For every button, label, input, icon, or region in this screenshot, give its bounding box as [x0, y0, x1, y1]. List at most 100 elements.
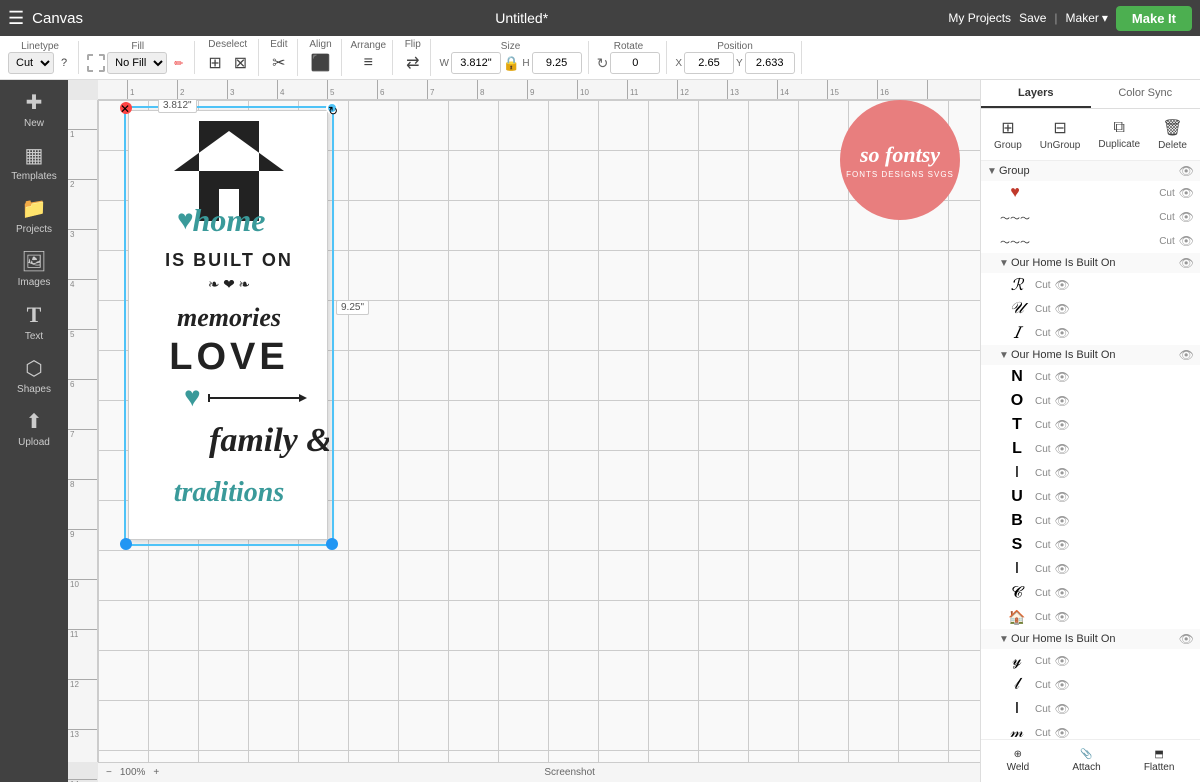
arrange-button[interactable]: ≡	[359, 51, 378, 75]
sidebar-item-images[interactable]: 🖼 Images	[4, 243, 64, 294]
upload-icon: ⬆	[26, 409, 43, 434]
rotate-input[interactable]	[610, 52, 660, 74]
width-input[interactable]	[451, 52, 501, 74]
visibility-icon[interactable]: 👁	[1179, 210, 1194, 224]
visibility-icon[interactable]: 👁	[1055, 702, 1070, 716]
layer-row[interactable]: 𝓂 Cut 👁	[981, 721, 1200, 739]
layer-row[interactable]: ℛ Cut 👁	[981, 273, 1200, 297]
visibility-icon[interactable]: 👁	[1055, 654, 1070, 668]
visibility-icon[interactable]: 👁	[1055, 442, 1070, 456]
weld-button[interactable]: ⊕ Weld	[1001, 746, 1036, 776]
visibility-icon[interactable]: 👁	[1055, 326, 1070, 340]
sidebar-item-upload[interactable]: ⬆ Upload	[4, 403, 64, 454]
fill-select[interactable]: No Fill	[107, 52, 167, 74]
layer-type: Cut	[1035, 680, 1051, 691]
visibility-icon[interactable]: 👁	[1179, 632, 1194, 646]
y-input[interactable]	[745, 52, 795, 74]
visibility-icon[interactable]: 👁	[1055, 514, 1070, 528]
layer-row[interactable]: 〜〜〜 Cut 👁	[981, 205, 1200, 229]
svg-text:OUR: OUR	[216, 148, 243, 162]
layer-row[interactable]: ♥ Cut 👁	[981, 181, 1200, 205]
flatten-button[interactable]: ⬒ Flatten	[1138, 746, 1181, 776]
visibility-icon[interactable]: 👁	[1179, 234, 1194, 248]
visibility-icon[interactable]: 👁	[1179, 256, 1194, 270]
layer-row[interactable]: I Cut 👁	[981, 461, 1200, 485]
attach-button[interactable]: 📎 Attach	[1066, 746, 1106, 776]
layer-section-header[interactable]: ▼ Our Home Is Built On 👁	[981, 253, 1200, 273]
canvas-area[interactable]: 1 2 3 4 5 6 7 8 9 10 11 12 13 14 15 16 1…	[68, 80, 980, 782]
visibility-icon[interactable]: 👁	[1179, 348, 1194, 362]
layer-row[interactable]: 𝒰 Cut 👁	[981, 297, 1200, 321]
layer-row[interactable]: L Cut 👁	[981, 437, 1200, 461]
zoom-plus-icon[interactable]: +	[153, 767, 159, 778]
visibility-icon[interactable]: 👁	[1179, 186, 1194, 200]
canvas-wrapper[interactable]: OUR home ♥ IS BUILT ON ❧ ❤ ❧ memories LO…	[98, 100, 980, 762]
layer-row[interactable]: B Cut 👁	[981, 509, 1200, 533]
my-projects-button[interactable]: My Projects	[948, 11, 1011, 25]
duplicate-button[interactable]: ⧉ Duplicate	[1092, 116, 1146, 153]
visibility-icon[interactable]: 👁	[1055, 562, 1070, 576]
zoom-minus-icon[interactable]: −	[106, 767, 112, 778]
hamburger-icon[interactable]: ☰	[8, 8, 24, 29]
make-it-button[interactable]: Make It	[1116, 6, 1192, 31]
align-button[interactable]: ⬛	[306, 50, 336, 76]
ungroup-button[interactable]: ⊟ UnGroup	[1034, 115, 1087, 154]
fill-pen[interactable]: ✏	[169, 54, 188, 73]
layer-section-header-3[interactable]: ▼ Our Home Is Built On 👁	[981, 629, 1200, 649]
visibility-icon[interactable]: 👁	[1055, 538, 1070, 552]
visibility-icon[interactable]: 👁	[1055, 490, 1070, 504]
layer-group-header[interactable]: ▼ Group 👁	[981, 161, 1200, 181]
visibility-icon[interactable]: 👁	[1055, 278, 1070, 292]
layer-row[interactable]: N Cut 👁	[981, 365, 1200, 389]
layer-row[interactable]: 𝓒 Cut 👁	[981, 581, 1200, 605]
visibility-icon[interactable]: 👁	[1055, 466, 1070, 480]
layer-row[interactable]: S Cut 👁	[981, 533, 1200, 557]
layer-section-header-2[interactable]: ▼ Our Home Is Built On 👁	[981, 345, 1200, 365]
tab-layers[interactable]: Layers	[981, 80, 1091, 108]
sidebar-item-templates[interactable]: ▦ Templates	[4, 137, 64, 188]
sidebar-item-new[interactable]: ✚ New	[4, 84, 64, 135]
layer-row[interactable]: 𝓎 Cut 👁	[981, 649, 1200, 673]
visibility-icon[interactable]: 👁	[1055, 586, 1070, 600]
save-button[interactable]: Save	[1019, 11, 1046, 25]
edit-button[interactable]: ✂	[267, 50, 290, 76]
maker-button[interactable]: Maker ▾	[1066, 11, 1108, 25]
sidebar-item-projects[interactable]: 📁 Projects	[4, 190, 64, 241]
height-input[interactable]	[532, 52, 582, 74]
layer-row[interactable]: I Cut 👁	[981, 557, 1200, 581]
visibility-icon[interactable]: 👁	[1179, 164, 1194, 178]
visibility-icon[interactable]: 👁	[1055, 394, 1070, 408]
flip-button[interactable]: ⇄	[401, 50, 424, 76]
layer-row[interactable]: U Cut 👁	[981, 485, 1200, 509]
visibility-icon[interactable]: 👁	[1055, 678, 1070, 692]
visibility-icon[interactable]: 👁	[1055, 726, 1070, 739]
sidebar-images-label: Images	[18, 277, 51, 288]
layer-thumb: ♥	[1003, 184, 1027, 202]
visibility-icon[interactable]: 👁	[1055, 610, 1070, 624]
layer-row[interactable]: 〜〜〜 Cut 👁	[981, 229, 1200, 253]
sidebar-item-shapes[interactable]: ⬡ Shapes	[4, 350, 64, 401]
layer-row[interactable]: O Cut 👁	[981, 389, 1200, 413]
layer-row[interactable]: 🏠 Cut 👁	[981, 605, 1200, 629]
layer-row[interactable]: I Cut 👁	[981, 697, 1200, 721]
layer-row[interactable]: 𝓁 Cut 👁	[981, 673, 1200, 697]
sidebar-item-text[interactable]: T Text	[4, 296, 64, 348]
tab-color-sync[interactable]: Color Sync	[1091, 80, 1200, 108]
fill-color-swatch[interactable]	[87, 54, 105, 72]
layer-row[interactable]: 𝐼 Cut 👁	[981, 321, 1200, 345]
group-button[interactable]: ⊞ Group	[988, 115, 1028, 154]
deselect-grid[interactable]: ⊠	[229, 50, 252, 76]
x-input[interactable]	[684, 52, 734, 74]
delete-button[interactable]: 🗑 Delete	[1152, 115, 1193, 154]
layer-row[interactable]: T Cut 👁	[981, 413, 1200, 437]
deselect-button[interactable]: ⊞	[203, 50, 226, 76]
linetype-help[interactable]: ?	[56, 54, 72, 72]
edit-group: Edit ✂	[267, 39, 297, 76]
layer-type: Cut	[1035, 728, 1051, 739]
visibility-icon[interactable]: 👁	[1055, 302, 1070, 316]
logo-text-main: so fontsy	[860, 142, 940, 168]
layer-type: Cut	[1035, 420, 1051, 431]
linetype-select[interactable]: Cut	[8, 52, 54, 74]
visibility-icon[interactable]: 👁	[1055, 370, 1070, 384]
visibility-icon[interactable]: 👁	[1055, 418, 1070, 432]
